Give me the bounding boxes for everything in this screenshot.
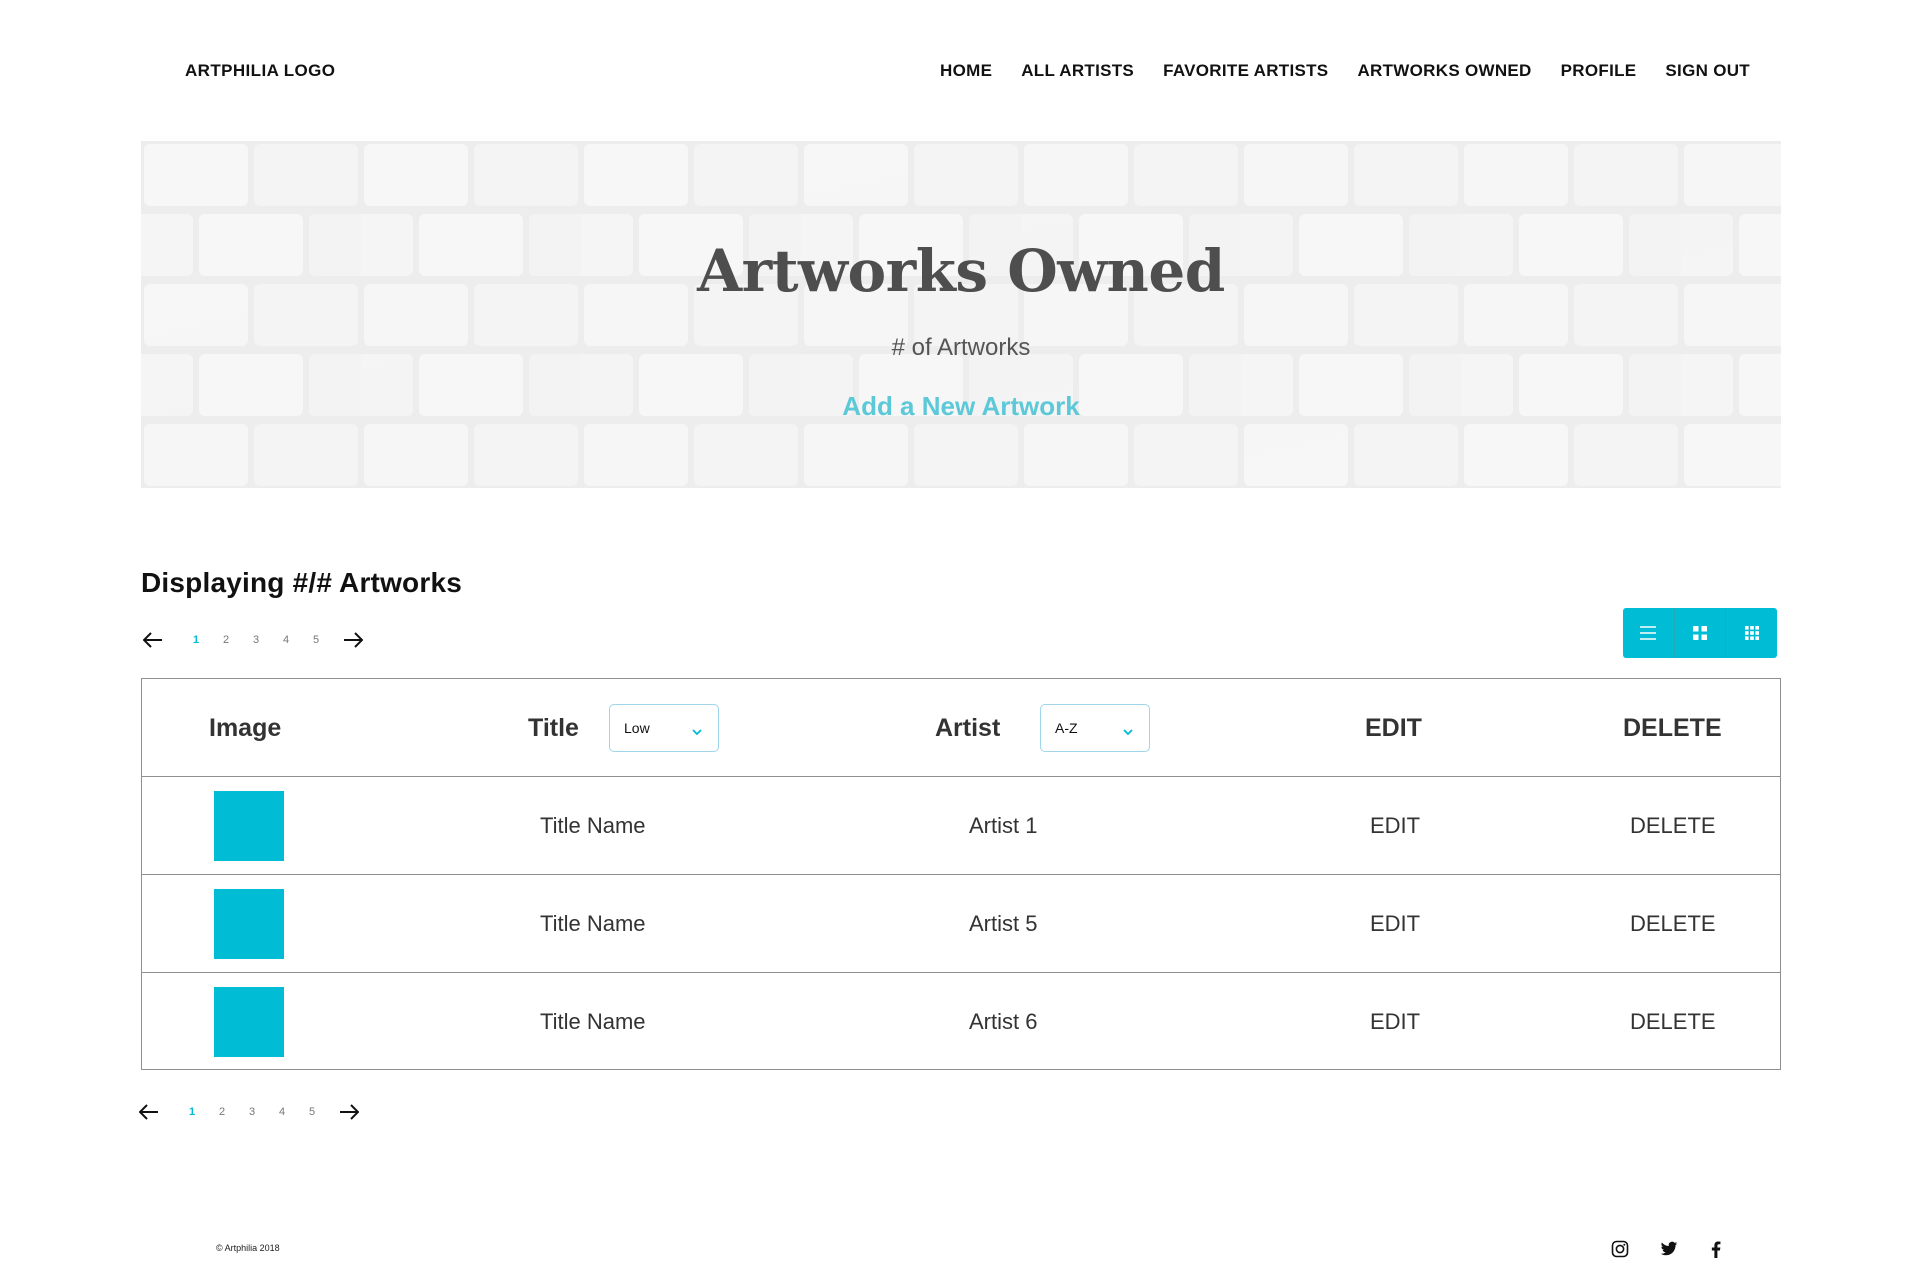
artwork-title: Title Name — [540, 1009, 646, 1034]
column-header-title: Title — [528, 713, 579, 742]
delete-button[interactable]: DELETE — [1630, 911, 1716, 937]
table-header-row: Image Title Low Artist A-Z EDIT DELETE — [142, 679, 1780, 777]
page-link[interactable]: 1 — [177, 1106, 207, 1118]
page-link[interactable]: 5 — [301, 634, 331, 646]
hero-banner: Artworks Owned # of Artworks Add a New A… — [141, 141, 1781, 488]
table-row: Title Name Artist 5 EDIT DELETE — [142, 875, 1780, 973]
grid-view-icon[interactable] — [1675, 608, 1727, 658]
delete-button[interactable]: DELETE — [1630, 1009, 1716, 1035]
facebook-icon[interactable] — [1705, 1238, 1727, 1260]
artwork-artist: Artist 6 — [969, 1009, 1038, 1034]
site-header: ARTPHILIA LOGO HOME ALL ARTISTS FAVORITE… — [0, 0, 1920, 140]
list-view-icon[interactable] — [1623, 608, 1675, 658]
copyright-text: © Artphilia 2018 — [216, 1243, 280, 1253]
chevron-down-icon — [1123, 723, 1133, 739]
chevron-down-icon — [692, 723, 702, 739]
view-toggle-group — [1623, 608, 1777, 658]
page-link[interactable]: 3 — [237, 1106, 267, 1118]
table-row: Title Name Artist 1 EDIT DELETE — [142, 777, 1780, 875]
listing-heading: Displaying #/# Artworks — [141, 567, 462, 598]
nav-sign-out[interactable]: SIGN OUT — [1665, 61, 1750, 81]
nav-favorite-artists[interactable]: FAVORITE ARTISTS — [1163, 61, 1328, 81]
column-header-delete: DELETE — [1623, 713, 1722, 742]
next-page-icon[interactable] — [337, 1100, 361, 1124]
artwork-thumbnail[interactable] — [214, 987, 284, 1057]
next-page-icon[interactable] — [341, 628, 365, 652]
page-link[interactable]: 5 — [297, 1106, 327, 1118]
page-link[interactable]: 1 — [181, 634, 211, 646]
artwork-thumbnail[interactable] — [214, 889, 284, 959]
edit-button[interactable]: EDIT — [1370, 1009, 1420, 1035]
artwork-count: # of Artworks — [891, 334, 1031, 361]
add-artwork-link[interactable]: Add a New Artwork — [141, 391, 1781, 422]
prev-page-icon[interactable] — [137, 1100, 161, 1124]
edit-button[interactable]: EDIT — [1370, 813, 1420, 839]
title-sort-select[interactable]: Low — [609, 704, 719, 752]
artwork-title: Title Name — [540, 911, 646, 936]
small-grid-view-icon[interactable] — [1726, 608, 1777, 658]
artwork-artist: Artist 5 — [969, 911, 1038, 936]
instagram-icon[interactable] — [1609, 1238, 1631, 1260]
page-link[interactable]: 3 — [241, 634, 271, 646]
artwork-artist: Artist 1 — [969, 813, 1038, 838]
prev-page-icon[interactable] — [141, 628, 165, 652]
site-logo[interactable]: ARTPHILIA LOGO — [185, 61, 335, 81]
artist-sort-select[interactable]: A-Z — [1040, 704, 1150, 752]
artworks-table: Image Title Low Artist A-Z EDIT DELETE T… — [141, 678, 1781, 1070]
artwork-thumbnail[interactable] — [214, 791, 284, 861]
table-row: Title Name Artist 6 EDIT DELETE — [142, 973, 1780, 1071]
page-link[interactable]: 4 — [267, 1106, 297, 1118]
column-header-edit: EDIT — [1365, 713, 1422, 742]
column-header-artist: Artist — [935, 713, 1001, 742]
edit-button[interactable]: EDIT — [1370, 911, 1420, 937]
artwork-title: Title Name — [540, 813, 646, 838]
nav-all-artists[interactable]: ALL ARTISTS — [1021, 61, 1134, 81]
pagination-bottom: 1 2 3 4 5 — [137, 1100, 361, 1124]
delete-button[interactable]: DELETE — [1630, 813, 1716, 839]
main-nav: HOME ALL ARTISTS FAVORITE ARTISTS ARTWOR… — [940, 61, 1750, 81]
page-title: Artworks Owned — [697, 237, 1225, 305]
nav-home[interactable]: HOME — [940, 61, 992, 81]
nav-artworks-owned[interactable]: ARTWORKS OWNED — [1357, 61, 1531, 81]
column-header-image: Image — [209, 713, 282, 742]
page-link[interactable]: 4 — [271, 634, 301, 646]
twitter-icon[interactable] — [1658, 1238, 1680, 1260]
nav-profile[interactable]: PROFILE — [1561, 61, 1637, 81]
pagination-top: 1 2 3 4 5 — [141, 628, 365, 652]
page-link[interactable]: 2 — [207, 1106, 237, 1118]
page-link[interactable]: 2 — [211, 634, 241, 646]
